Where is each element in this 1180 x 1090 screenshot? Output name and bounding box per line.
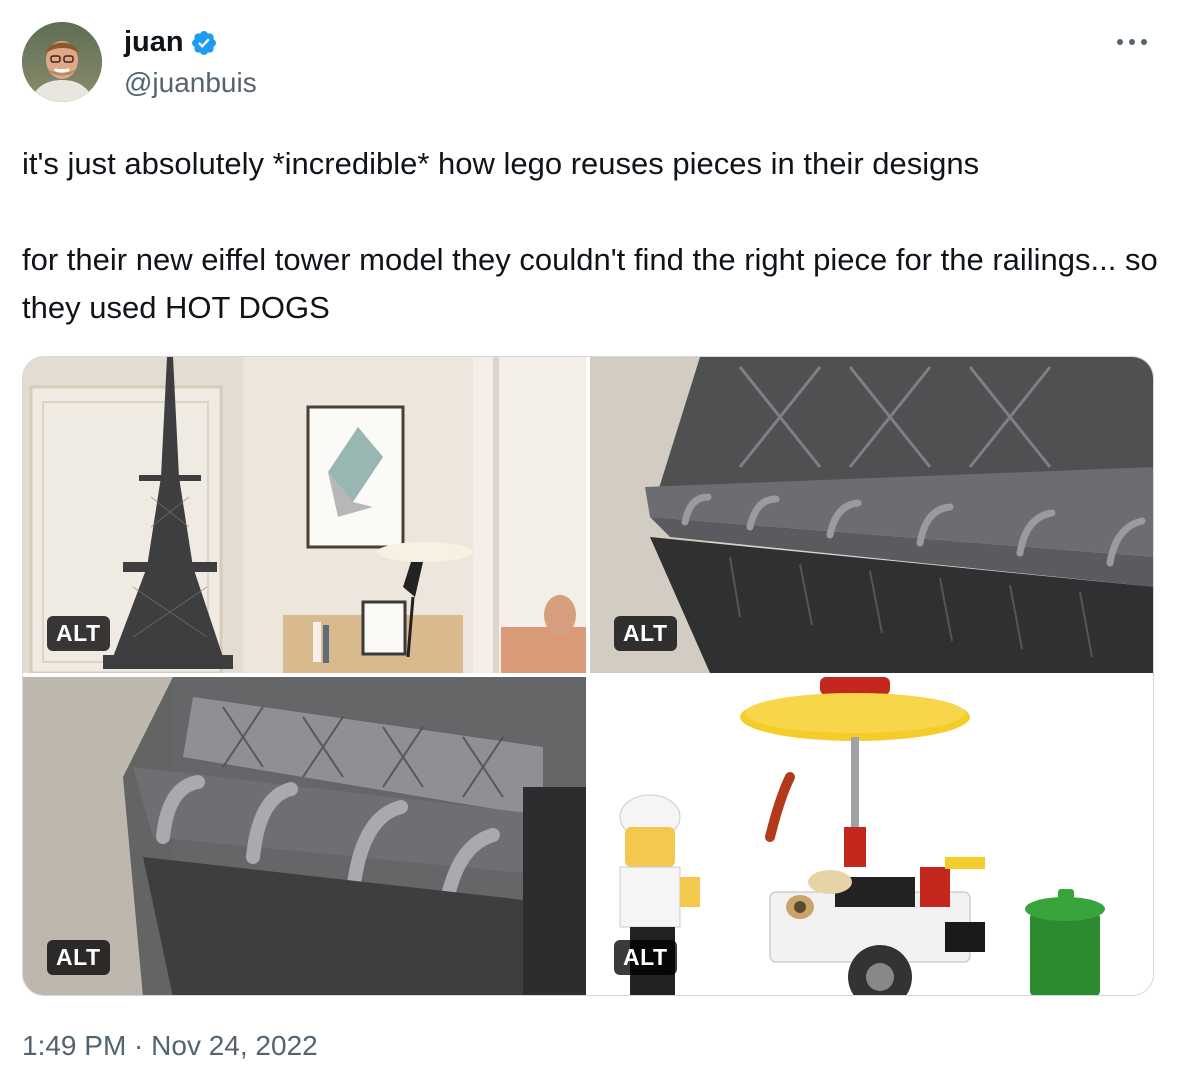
tweet-text: it's just absolutely *incredible* how le… xyxy=(22,140,1158,332)
display-name-text: juan xyxy=(124,26,184,58)
media-photo-hotdog-stand[interactable]: ALT xyxy=(590,677,1153,995)
timestamp[interactable]: 1:49 PM · Nov 24, 2022 xyxy=(22,1030,318,1062)
more-horizontal-icon[interactable] xyxy=(1112,28,1152,56)
tweet-header: juan @juanbuis xyxy=(22,22,1158,106)
avatar[interactable] xyxy=(22,22,102,102)
tweet-paragraph: for their new eiffel tower model they co… xyxy=(22,242,1158,325)
media-photo-platform-closeup[interactable]: ALT xyxy=(590,357,1153,673)
user-info: juan @juanbuis xyxy=(124,26,257,99)
alt-badge[interactable]: ALT xyxy=(614,940,677,975)
display-name[interactable]: juan xyxy=(124,26,218,59)
verified-badge-icon[interactable] xyxy=(190,29,218,57)
handle[interactable]: @juanbuis xyxy=(124,67,257,99)
tweet-paragraph: it's just absolutely *incredible* how le… xyxy=(22,146,980,181)
alt-badge[interactable]: ALT xyxy=(47,616,110,651)
alt-badge[interactable]: ALT xyxy=(614,616,677,651)
alt-badge[interactable]: ALT xyxy=(47,940,110,975)
media-photo-railing-closeup[interactable]: ALT xyxy=(23,677,586,995)
media-photo-eiffel-room[interactable]: ALT xyxy=(23,357,586,673)
media-grid: ALT ALT ALT ALT xyxy=(22,356,1154,996)
